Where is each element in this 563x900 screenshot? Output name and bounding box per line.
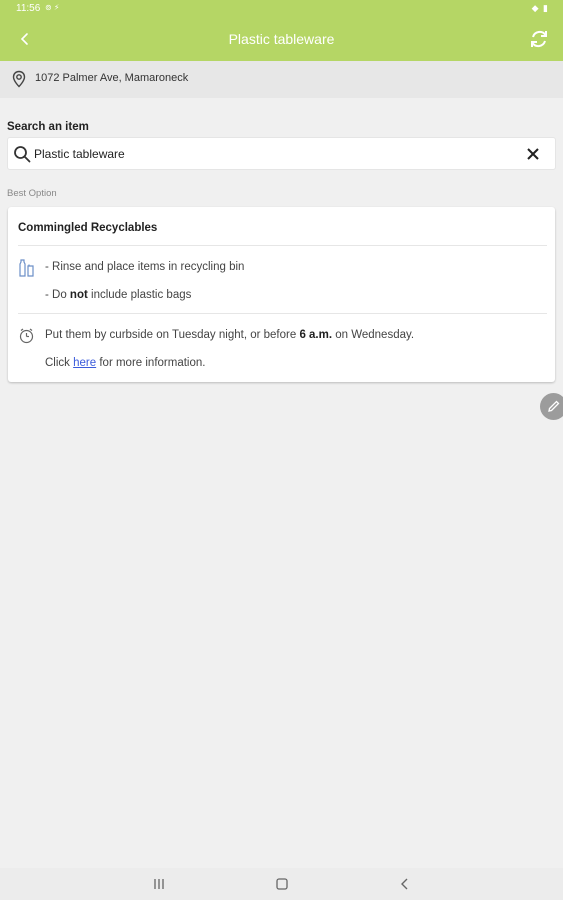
edit-button[interactable] <box>540 393 563 420</box>
pickup-schedule-pre: Put them by curbside on Tuesday night, o… <box>45 329 300 341</box>
best-option-label: Best Option <box>7 188 57 199</box>
more-info: Click here for more information. <box>45 357 205 369</box>
instruction-no-bags-pre: - Do <box>45 289 70 301</box>
more-info-pre: Click <box>45 357 74 369</box>
divider <box>18 313 547 314</box>
status-indicators: ⊚ ⚡ <box>45 3 60 12</box>
search-box[interactable] <box>7 137 556 170</box>
status-bar: 11:56 ⊚ ⚡ ◆ ▮ <box>0 0 563 18</box>
pickup-time: 6 a.m. <box>299 329 333 341</box>
location-pin-icon <box>12 70 26 88</box>
alarm-clock-icon <box>19 328 34 344</box>
search-input[interactable] <box>34 144 514 164</box>
system-nav-bar <box>0 868 563 900</box>
status-time: 11:56 <box>16 3 41 14</box>
app-header: 11:56 ⊚ ⚡ ◆ ▮ Plastic tableware <box>0 0 563 61</box>
refresh-button[interactable] <box>527 27 551 51</box>
nav-back-icon[interactable] <box>396 876 414 892</box>
location-address: 1072 Palmer Ave, Mamaroneck <box>35 72 189 84</box>
edit-pencil-icon <box>548 400 560 412</box>
search-label: Search an item <box>7 121 89 133</box>
status-right-icons: ◆ ▮ <box>531 3 549 13</box>
recycling-bottle-icon <box>19 259 34 277</box>
result-card: Commingled Recyclables - Rinse and place… <box>8 207 555 382</box>
home-icon[interactable] <box>273 876 291 892</box>
instruction-rinse: - Rinse and place items in recycling bin <box>45 261 245 273</box>
page-title: Plastic tableware <box>228 31 335 47</box>
divider <box>18 245 547 246</box>
pickup-schedule-post: on Wednesday. <box>332 329 415 341</box>
instruction-no-bags: - Do not include plastic bags <box>45 289 191 301</box>
more-info-link[interactable]: here <box>73 357 96 369</box>
instruction-no-bags-post: include plastic bags <box>87 289 192 301</box>
instruction-no-bags-emphasis: not <box>69 289 88 301</box>
recents-icon[interactable] <box>150 876 168 892</box>
pickup-schedule: Put them by curbside on Tuesday night, o… <box>45 329 414 341</box>
more-info-post: for more information. <box>96 357 206 369</box>
location-bar[interactable]: 1072 Palmer Ave, Mamaroneck <box>0 61 563 98</box>
search-icon <box>14 146 31 163</box>
refresh-icon <box>531 31 547 47</box>
close-icon[interactable] <box>525 146 541 162</box>
result-category: Commingled Recyclables <box>18 222 158 234</box>
